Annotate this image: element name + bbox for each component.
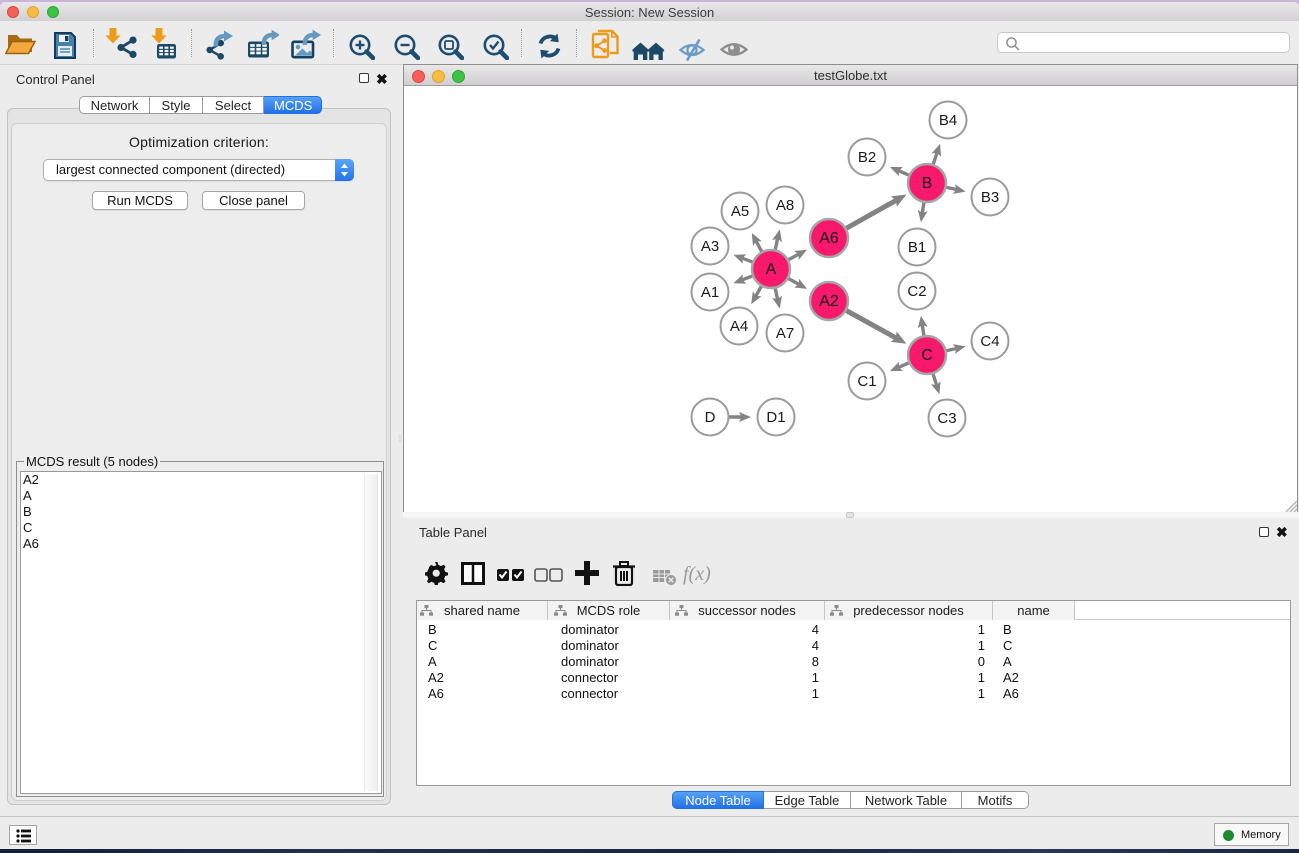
svg-text:A8: A8 (776, 197, 794, 214)
svg-text:A1: A1 (701, 284, 719, 301)
svg-text:C1: C1 (857, 373, 876, 390)
svg-text:A2: A2 (819, 293, 839, 310)
svg-text:C: C (921, 347, 933, 364)
svg-text:A: A (766, 261, 777, 278)
svg-text:A6: A6 (819, 230, 839, 247)
svg-text:B4: B4 (939, 112, 957, 129)
svg-text:B: B (922, 175, 933, 192)
svg-text:A3: A3 (701, 238, 719, 255)
svg-text:B2: B2 (858, 149, 876, 166)
svg-text:C4: C4 (980, 333, 999, 350)
svg-text:A5: A5 (731, 203, 749, 220)
svg-text:f(x): f(x) (683, 563, 711, 585)
svg-text:D: D (705, 409, 716, 426)
svg-text:C3: C3 (937, 410, 956, 427)
svg-text:B3: B3 (981, 189, 999, 206)
svg-text:D1: D1 (766, 409, 785, 426)
svg-text:B1: B1 (908, 239, 926, 256)
svg-text:C2: C2 (907, 283, 926, 300)
svg-text:A7: A7 (776, 325, 794, 342)
svg-text:A4: A4 (730, 318, 748, 335)
